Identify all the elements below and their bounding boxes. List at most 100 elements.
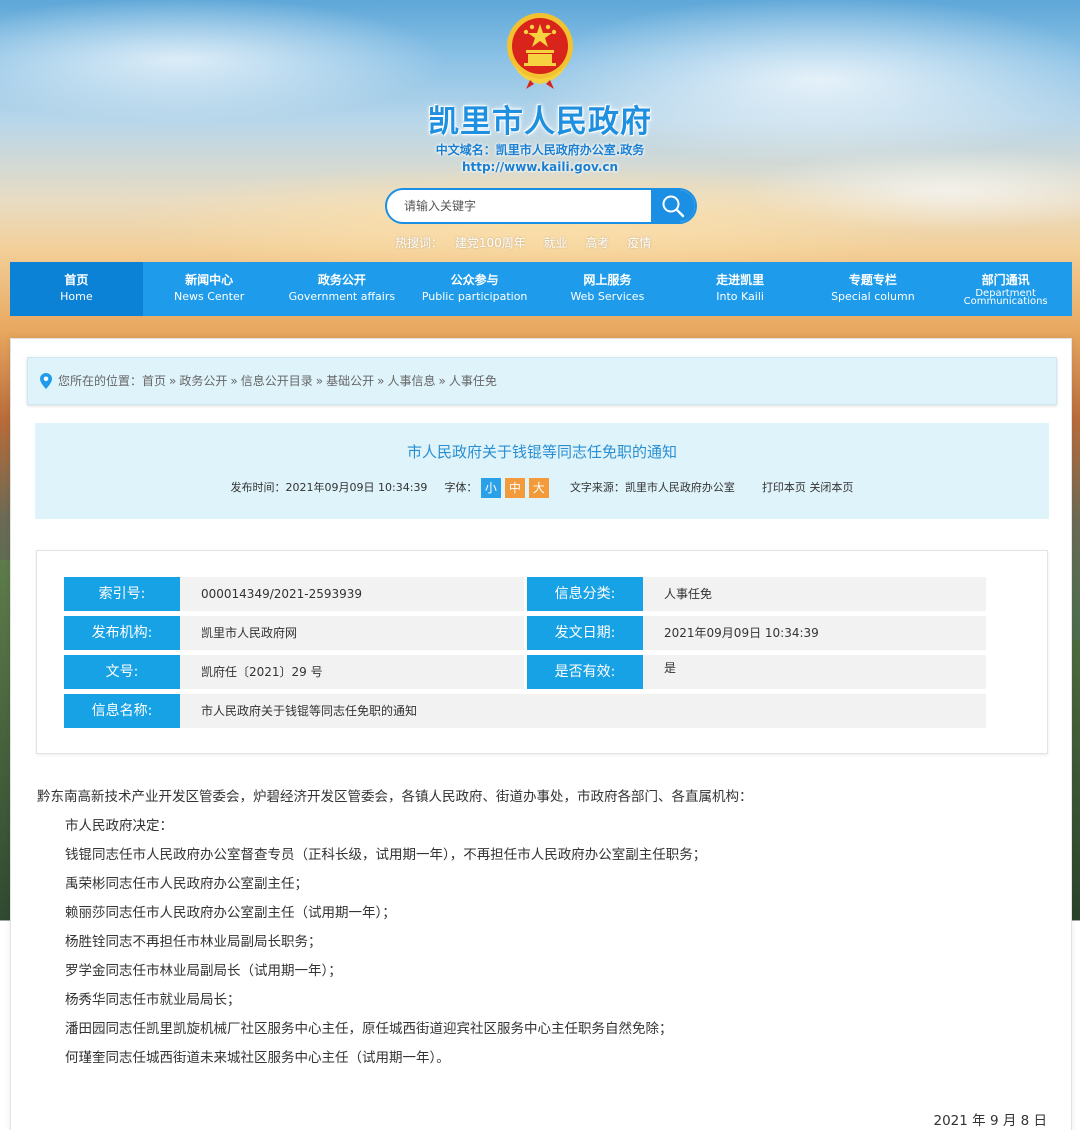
hot-words-label: 热搜词：	[395, 236, 444, 250]
info-value: 000014349/2021-2593939	[180, 577, 524, 611]
publish-time: 2021年09月09日 10:34:39	[285, 481, 428, 494]
nav-item-label: 走进凯里	[716, 273, 765, 287]
info-table: 索引号: 000014349/2021-2593939 信息分类: 人事任免 发…	[36, 550, 1048, 754]
info-label: 是否有效:	[527, 655, 643, 689]
info-label: 发布机构:	[64, 616, 180, 650]
nav-item-label: 新闻中心	[185, 273, 234, 287]
info-label: 信息分类:	[527, 577, 643, 611]
breadcrumb-link[interactable]: 首页	[142, 374, 166, 388]
nav-item-news[interactable]: 新闻中心 News Center	[143, 262, 276, 316]
site-url[interactable]: http://www.kaili.gov.cn	[0, 160, 1080, 174]
paragraph: 潘田园同志任凯里凯旋机械厂社区服务中心主任，原任城西街道迎宾社区服务中心主任职务…	[65, 1021, 673, 1037]
info-row-docno: 文号: 凯府任〔2021〕29 号	[64, 655, 524, 689]
search-input[interactable]	[387, 190, 653, 222]
nav-item-home[interactable]: 首页 Home	[10, 262, 143, 316]
info-value: 凯里市人民政府网	[180, 616, 524, 650]
font-large-button[interactable]: 大	[528, 478, 549, 498]
search-button[interactable]	[651, 190, 695, 222]
paragraph: 市人民政府决定：	[65, 818, 173, 834]
paragraph: 杨秀华同志任市就业局局长；	[65, 992, 241, 1008]
breadcrumb-separator: »	[438, 374, 446, 388]
breadcrumb-link[interactable]: 信息公开目录	[241, 374, 313, 388]
info-label: 信息名称:	[64, 694, 180, 728]
info-row-org: 发布机构: 凯里市人民政府网	[64, 616, 524, 650]
info-value: 2021年09月09日 10:34:39	[643, 616, 986, 650]
breadcrumb-link[interactable]: 人事信息	[387, 374, 435, 388]
publish-time-label: 发布时间：	[230, 481, 286, 494]
article-body: 黔东南高新技术产业开发区管委会，炉碧经济开发区管委会，各镇人民政府、街道办事处，…	[37, 787, 1057, 1077]
info-value: 凯府任〔2021〕29 号	[180, 655, 524, 689]
nav-item-special-column[interactable]: 专题专栏 Special column	[807, 262, 940, 316]
nav-item-label: 首页	[64, 273, 89, 287]
font-size-label: 字体：	[444, 481, 478, 494]
nav-item-sublabel: Home	[60, 290, 93, 304]
info-label: 发文日期:	[527, 616, 643, 650]
chinese-domain: 中文域名：凯里市人民政府办公室.政务	[435, 143, 645, 157]
nav-item-label: 公众参与	[450, 273, 499, 287]
nav-item-public-participation[interactable]: 公众参与 Public participation	[408, 262, 541, 316]
hot-words: 热搜词： 建党100周年 就业 高考 疫情	[395, 234, 665, 250]
article-title: 市人民政府关于钱锟等同志任免职的通知	[406, 443, 677, 461]
info-row-index: 索引号: 000014349/2021-2593939	[64, 577, 524, 611]
info-label: 文号:	[64, 655, 180, 689]
info-row-name: 信息名称: 市人民政府关于钱锟等同志任免职的通知	[64, 694, 986, 728]
paragraph: 罗学金同志任市林业局副局长（试用期一年）；	[65, 963, 342, 979]
nav-item-sublabel: Into Kaili	[716, 290, 764, 304]
breadcrumb: 您所在的位置：首页» 政务公开» 信息公开目录» 基础公开» 人事信息» 人事任免	[27, 357, 1057, 405]
close-page-link[interactable]: 关闭本页	[809, 481, 853, 494]
hot-word-link[interactable]: 建党100周年	[455, 236, 526, 250]
source-label: 文字来源：	[569, 481, 625, 494]
nav-item-sublabel: Public participation	[421, 290, 528, 304]
salutation: 黔东南高新技术产业开发区管委会，炉碧经济开发区管委会，各镇人民政府、街道办事处，…	[37, 789, 753, 805]
search-box	[385, 188, 697, 224]
nav-item-sublabel: Communications	[963, 296, 1048, 308]
breadcrumb-separator: »	[169, 374, 177, 388]
hot-word-link[interactable]: 高考	[585, 236, 609, 250]
nav-item-sublabel: News Center	[174, 290, 245, 304]
hot-word-link[interactable]: 就业	[544, 236, 568, 250]
nav-item-label: 网上服务	[583, 273, 632, 287]
national-emblem-icon	[507, 13, 573, 89]
breadcrumb-separator: »	[230, 374, 238, 388]
article-meta: 发布时间：2021年09月09日 10:34:39 字体： 小中大 文字来源：凯…	[35, 477, 1049, 499]
paragraph: 禹荣彬同志任市人民政府办公室副主任；	[65, 876, 308, 892]
print-page-link[interactable]: 打印本页	[762, 481, 806, 494]
content-panel: 您所在的位置：首页» 政务公开» 信息公开目录» 基础公开» 人事信息» 人事任免 市人民…	[10, 338, 1072, 1130]
paragraph: 杨胜铨同志不再担任市林业局副局长职务；	[65, 934, 322, 950]
nav-item-department-communications[interactable]: 部门通讯 Department Communications	[939, 262, 1072, 316]
info-row-category: 信息分类: 人事任免	[527, 577, 987, 611]
paragraph: 何瑾奎同志任城西街道未来城社区服务中心主任（试用期一年）。	[65, 1050, 450, 1066]
breadcrumb-prefix: 您所在的位置：	[58, 374, 143, 388]
breadcrumb-link[interactable]: 政务公开	[179, 374, 227, 388]
document-date: 2021 年 9 月 8 日	[933, 1113, 1048, 1129]
font-small-button[interactable]: 小	[480, 478, 501, 498]
breadcrumb-separator: »	[315, 374, 324, 388]
paragraph: 钱锟同志任市人民政府办公室督查专员（正科长级，试用期一年），不再担任市人民政府办…	[65, 847, 707, 863]
breadcrumb-link[interactable]: 人事任免	[449, 374, 497, 388]
hot-word-link[interactable]: 疫情	[627, 236, 651, 250]
search-icon	[662, 195, 685, 218]
nav-item-into-kaili[interactable]: 走进凯里 Into Kaili	[674, 262, 807, 316]
breadcrumb-link[interactable]: 基础公开	[326, 374, 374, 388]
info-value: 市人民政府关于钱锟等同志任免职的通知	[180, 694, 986, 728]
nav-item-sublabel: Government affairs	[288, 290, 396, 304]
info-value: 是	[643, 655, 986, 689]
nav-item-web-services[interactable]: 网上服务 Web Services	[541, 262, 674, 316]
location-pin-icon	[40, 373, 52, 389]
font-medium-button[interactable]: 中	[504, 478, 525, 498]
info-value: 人事任免	[643, 577, 986, 611]
nav-item-label: 部门通讯	[981, 273, 1030, 287]
breadcrumb-separator: »	[377, 374, 385, 388]
article-header: 市人民政府关于钱锟等同志任免职的通知 发布时间：2021年09月09日 10:3…	[35, 423, 1049, 519]
info-row-valid: 是否有效: 是	[527, 655, 987, 689]
nav-item-label: 专题专栏	[848, 273, 897, 287]
nav-item-sublabel: Special column	[831, 290, 915, 304]
paragraph: 赖丽莎同志任市人民政府办公室副主任（试用期一年）；	[65, 905, 396, 921]
nav-item-sublabel: Web Services	[570, 290, 645, 304]
source-value: 凯里市人民政府办公室	[624, 481, 735, 494]
site-title: 凯里市人民政府	[428, 104, 652, 140]
main-nav: 首页 Home 新闻中心 News Center 政务公开 Government…	[10, 262, 1072, 316]
info-row-date: 发文日期: 2021年09月09日 10:34:39	[527, 616, 987, 650]
nav-item-government-affairs[interactable]: 政务公开 Government affairs	[276, 262, 409, 316]
nav-item-label: 政务公开	[317, 273, 366, 287]
